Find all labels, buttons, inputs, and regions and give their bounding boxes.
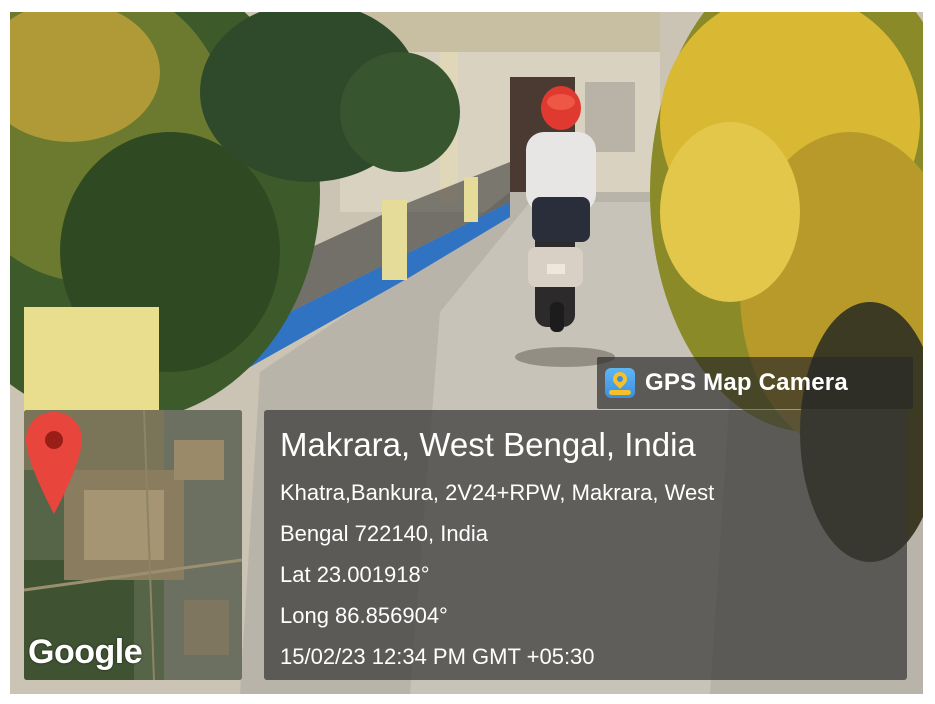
latitude: Lat 23.001918° [280, 562, 430, 587]
address-line-1: Khatra,Bankura, 2V24+RPW, Makrara, West [280, 480, 715, 505]
gps-app-badge: GPS Map Camera [597, 357, 913, 409]
app-name: GPS Map Camera [645, 369, 848, 396]
address-line-2: Bengal 722140, India [280, 521, 488, 546]
location-pin-icon [26, 412, 82, 514]
location-info-panel: Makrara, West Bengal, India Khatra,Banku… [264, 410, 907, 680]
gps-map-camera-app-icon [605, 368, 635, 398]
timestamp: 15/02/23 12:34 PM GMT +05:30 [280, 644, 595, 669]
photo-frame: GPS Map Camera Google Makrara, West Beng… [0, 0, 935, 704]
longitude: Long 86.856904° [280, 603, 448, 628]
map-thumbnail: Google [24, 410, 242, 680]
google-logo: Google [28, 633, 143, 671]
place-title: Makrara, West Bengal, India [280, 426, 696, 463]
